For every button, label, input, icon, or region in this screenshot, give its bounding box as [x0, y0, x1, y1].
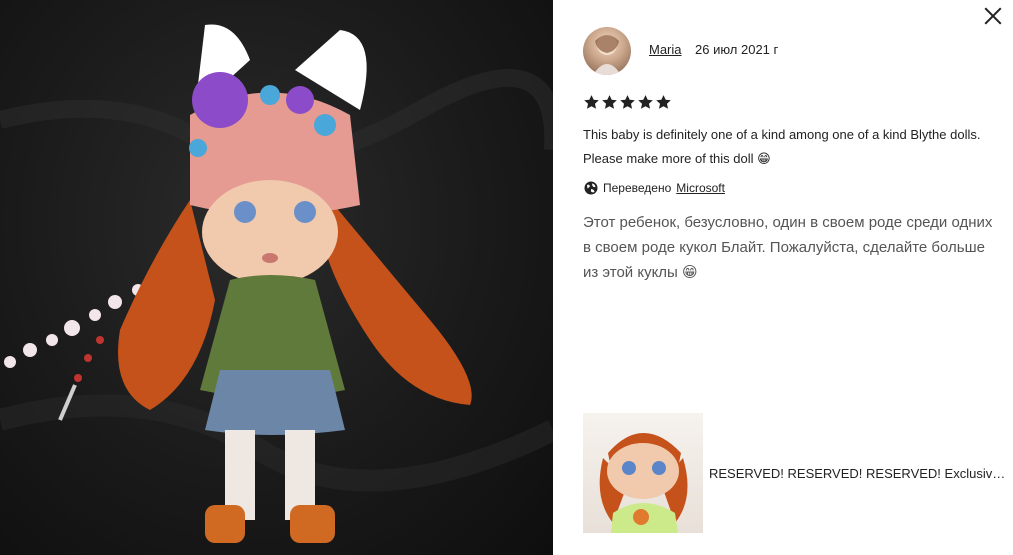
close-icon[interactable]: [982, 5, 1004, 27]
listing-thumbnail[interactable]: [583, 413, 703, 533]
review-photo: [0, 0, 553, 555]
avatar[interactable]: [583, 27, 631, 75]
translation-notice: Переведено Microsoft: [584, 179, 725, 197]
reviewer-name-link[interactable]: Maria: [649, 42, 682, 57]
star-icon: [656, 95, 671, 109]
review-date: 26 июл 2021 г: [695, 42, 779, 57]
review-text-original: This baby is definitely one of a kind am…: [583, 127, 981, 166]
globe-icon: [584, 181, 598, 195]
avatar-image: [593, 35, 621, 75]
review-text-translated: Этот ребенок, безусловно, один в своем р…: [583, 214, 993, 281]
star-icon: [602, 95, 617, 109]
related-listing[interactable]: RESERVED! RESERVED! RESERVED! Exclusive …: [583, 413, 1013, 533]
listing-thumbnail-image: [599, 433, 688, 533]
translated-label: Переведено: [603, 181, 672, 195]
doll-photo-illustration: [0, 24, 553, 543]
star-icon: [638, 95, 653, 109]
star-icon: [584, 95, 599, 109]
listing-title[interactable]: RESERVED! RESERVED! RESERVED! Exclusive …: [709, 466, 1009, 481]
star-icon: [620, 95, 635, 109]
translator-link[interactable]: Microsoft: [676, 181, 725, 195]
star-rating: [583, 94, 672, 116]
